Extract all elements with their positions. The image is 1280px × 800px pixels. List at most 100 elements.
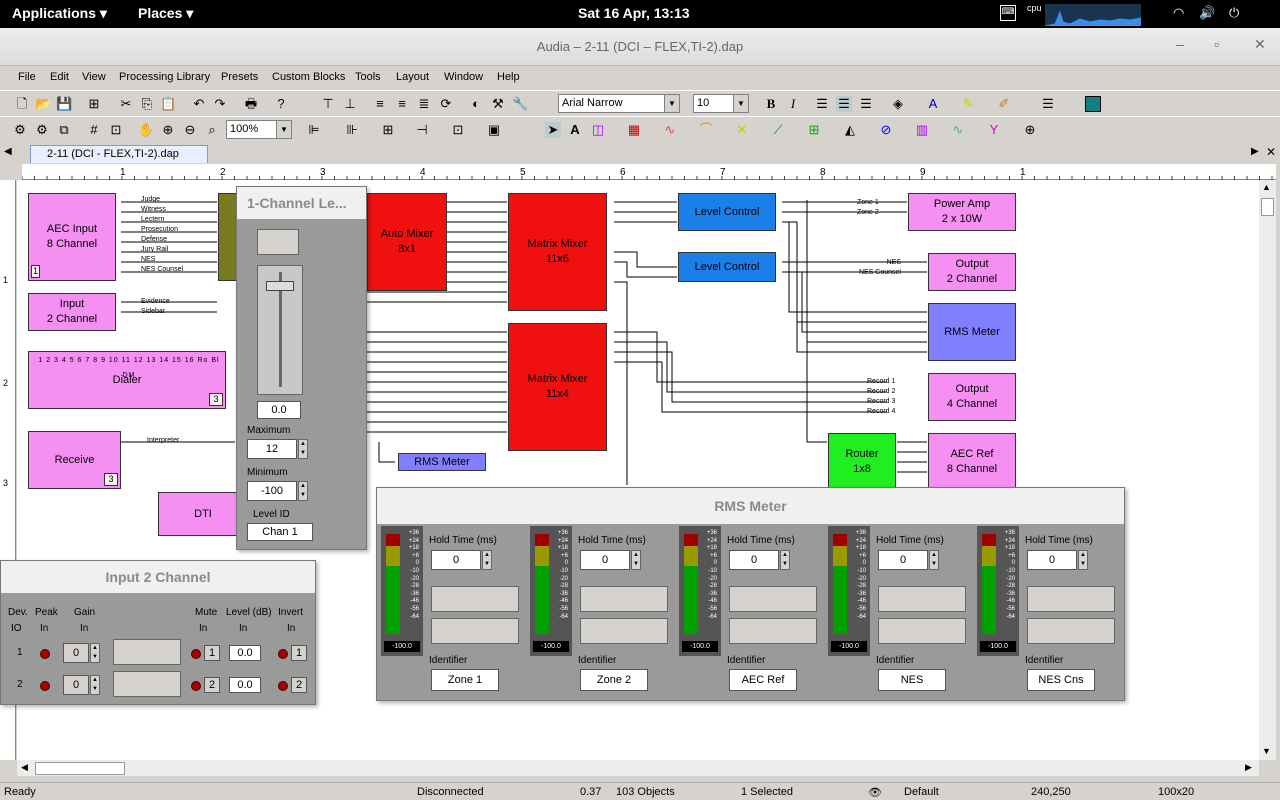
settings-icon[interactable]: ⚙ bbox=[34, 122, 50, 138]
meter-button[interactable] bbox=[729, 586, 817, 612]
distribute-icon[interactable]: ≡ bbox=[372, 96, 388, 112]
power-icon[interactable]: ⏻ bbox=[1229, 5, 1239, 21]
line-color-icon[interactable]: ✐ bbox=[996, 96, 1012, 112]
meter-button[interactable] bbox=[1027, 618, 1115, 644]
cut-icon[interactable]: ✂ bbox=[118, 96, 134, 112]
meter-button[interactable] bbox=[580, 618, 668, 644]
tools-icon[interactable]: ⚒ bbox=[490, 96, 506, 112]
meter-button[interactable] bbox=[729, 618, 817, 644]
gain-input[interactable]: 0 bbox=[63, 643, 89, 663]
min-spinner[interactable]: ▲ ▼ bbox=[298, 481, 308, 501]
meter-button[interactable] bbox=[878, 618, 966, 644]
shape-icon[interactable]: ◫ bbox=[590, 122, 606, 138]
gain-spinner[interactable]: ▲ ▼ bbox=[90, 643, 100, 663]
zoom-fit-icon[interactable]: ⌕ bbox=[204, 122, 220, 138]
chevron-down-icon[interactable]: ▼ bbox=[276, 121, 291, 138]
menu-edit[interactable]: Edit bbox=[50, 71, 69, 83]
save-icon[interactable]: 💾 bbox=[56, 96, 72, 112]
align-left-icon[interactable]: ☰ bbox=[814, 96, 830, 112]
line-weight-icon[interactable]: ☰ bbox=[1040, 96, 1056, 112]
menu-presets[interactable]: Presets bbox=[221, 71, 258, 83]
menu-view[interactable]: View bbox=[82, 71, 106, 83]
paste-icon[interactable]: 📋 bbox=[160, 96, 176, 112]
chevron-down-icon[interactable]: ▼ bbox=[733, 95, 748, 112]
meter-button[interactable] bbox=[580, 586, 668, 612]
properties-icon[interactable]: ⚙ bbox=[12, 122, 28, 138]
mute-led[interactable] bbox=[191, 649, 201, 659]
level-input[interactable]: 0.0 bbox=[229, 645, 261, 661]
scroll-up-icon[interactable]: ▲ bbox=[1262, 182, 1271, 192]
zoom-in-icon[interactable]: ⊕ bbox=[160, 122, 176, 138]
chevron-down-icon[interactable]: ▼ bbox=[664, 95, 679, 112]
menu-processing-library[interactable]: Processing Library bbox=[119, 71, 210, 83]
group-icon[interactable]: ⊡ bbox=[450, 122, 466, 138]
matrix-mixer-11x6-block[interactable]: Matrix Mixer 11x6 bbox=[508, 193, 607, 311]
rms-meter-small-block[interactable]: RMS Meter bbox=[398, 453, 486, 471]
distribute3-icon[interactable]: ≣ bbox=[416, 96, 432, 112]
open-icon[interactable]: 📂 bbox=[35, 96, 51, 112]
undo-icon[interactable]: ↶ bbox=[191, 96, 207, 112]
hold-time-spinner[interactable]: ▲ ▼ bbox=[1078, 550, 1088, 570]
level-value[interactable]: 0.0 bbox=[257, 401, 301, 419]
font-color-icon[interactable]: A bbox=[925, 96, 941, 112]
gain-fader[interactable] bbox=[113, 671, 181, 697]
identifier-input[interactable]: Zone 2 bbox=[580, 669, 648, 691]
invert-button[interactable]: 2 bbox=[291, 677, 307, 693]
dynamics-icon[interactable]: ⟋ bbox=[770, 122, 786, 138]
auto-mixer-block[interactable]: Auto Mixer 8x1 bbox=[367, 193, 447, 291]
dialer-block[interactable]: 1 2 3 4 5 6 7 8 9 10 11 12 13 14 15 16 R… bbox=[28, 351, 226, 409]
panel-title[interactable]: 1-Channel Le... bbox=[237, 187, 366, 219]
output-4-channel-block[interactable]: Output 4 Channel bbox=[928, 373, 1016, 421]
menu-window[interactable]: Window bbox=[444, 71, 483, 83]
copy-icon[interactable]: ⎘ bbox=[139, 96, 155, 112]
italic-icon[interactable]: I bbox=[785, 96, 801, 112]
align-objects-icon[interactable]: ⊫ bbox=[306, 122, 322, 138]
fader-knob[interactable] bbox=[266, 280, 294, 291]
meter-button[interactable] bbox=[878, 586, 966, 612]
maximize-icon[interactable]: ▫ bbox=[1214, 36, 1219, 52]
mute-led[interactable] bbox=[191, 681, 201, 691]
hold-time-input[interactable]: 0 bbox=[878, 550, 928, 570]
dti-block[interactable]: DTI bbox=[158, 492, 248, 536]
pointer-icon[interactable]: ➤ bbox=[545, 122, 561, 138]
meter-button[interactable] bbox=[431, 618, 519, 644]
fill-color-icon[interactable]: ◈ bbox=[890, 96, 906, 112]
identifier-input[interactable]: NES bbox=[878, 669, 946, 691]
menu-layout[interactable]: Layout bbox=[396, 71, 429, 83]
level-id-input[interactable]: Chan 1 bbox=[247, 523, 313, 541]
meter-button[interactable] bbox=[1027, 586, 1115, 612]
hold-time-spinner[interactable]: ▲ ▼ bbox=[482, 550, 492, 570]
menu-custom-blocks[interactable]: Custom Blocks bbox=[272, 71, 345, 83]
identifier-input[interactable]: AEC Ref bbox=[729, 669, 797, 691]
hold-time-input[interactable]: 0 bbox=[431, 550, 481, 570]
tab-scroll-left-icon[interactable]: ◀ bbox=[4, 146, 12, 157]
identifier-input[interactable]: NES Cns bbox=[1027, 669, 1095, 691]
tab-close-icon[interactable]: ✕ bbox=[1266, 145, 1276, 159]
mute-button[interactable] bbox=[257, 229, 299, 255]
gain-spinner[interactable]: ▲ ▼ bbox=[90, 675, 100, 695]
text-tool-icon[interactable]: A bbox=[567, 122, 583, 138]
output-2-channel-block[interactable]: Output 2 Channel bbox=[928, 253, 1016, 291]
new-icon[interactable]: 🗋 bbox=[14, 96, 30, 112]
font-select[interactable]: Arial Narrow ▼ bbox=[558, 94, 680, 113]
matrix-mixer-11x4-block[interactable]: Matrix Mixer 11x4 bbox=[508, 323, 607, 451]
aec-input-block[interactable]: AEC Input 8 Channel 1 bbox=[28, 193, 116, 281]
level-control-block-2[interactable]: Level Control bbox=[678, 252, 776, 282]
receive-block[interactable]: Receive 3 bbox=[28, 431, 121, 489]
menu-tools[interactable]: Tools bbox=[355, 71, 381, 83]
wave-icon[interactable]: ∿ bbox=[662, 122, 678, 138]
align-right-icon[interactable]: ☰ bbox=[858, 96, 874, 112]
invert-led[interactable] bbox=[278, 681, 288, 691]
mute-button[interactable]: 1 bbox=[204, 645, 220, 661]
menu-file[interactable]: File bbox=[18, 71, 36, 83]
hold-time-input[interactable]: 0 bbox=[1027, 550, 1077, 570]
logic-icon[interactable]: ▥ bbox=[914, 122, 930, 138]
grid-icon[interactable]: # bbox=[86, 122, 102, 138]
panel-title[interactable]: RMS Meter bbox=[377, 488, 1124, 524]
scroll-down-icon[interactable]: ▼ bbox=[1262, 746, 1271, 756]
max-input[interactable]: 12 bbox=[247, 439, 297, 459]
red-block-icon[interactable]: ▦ bbox=[626, 122, 642, 138]
tab-scroll-right-icon[interactable]: ▶ bbox=[1251, 146, 1259, 157]
keyboard-icon[interactable]: ⌨ bbox=[1000, 5, 1016, 21]
volume-icon[interactable]: 🔊 bbox=[1199, 5, 1215, 21]
